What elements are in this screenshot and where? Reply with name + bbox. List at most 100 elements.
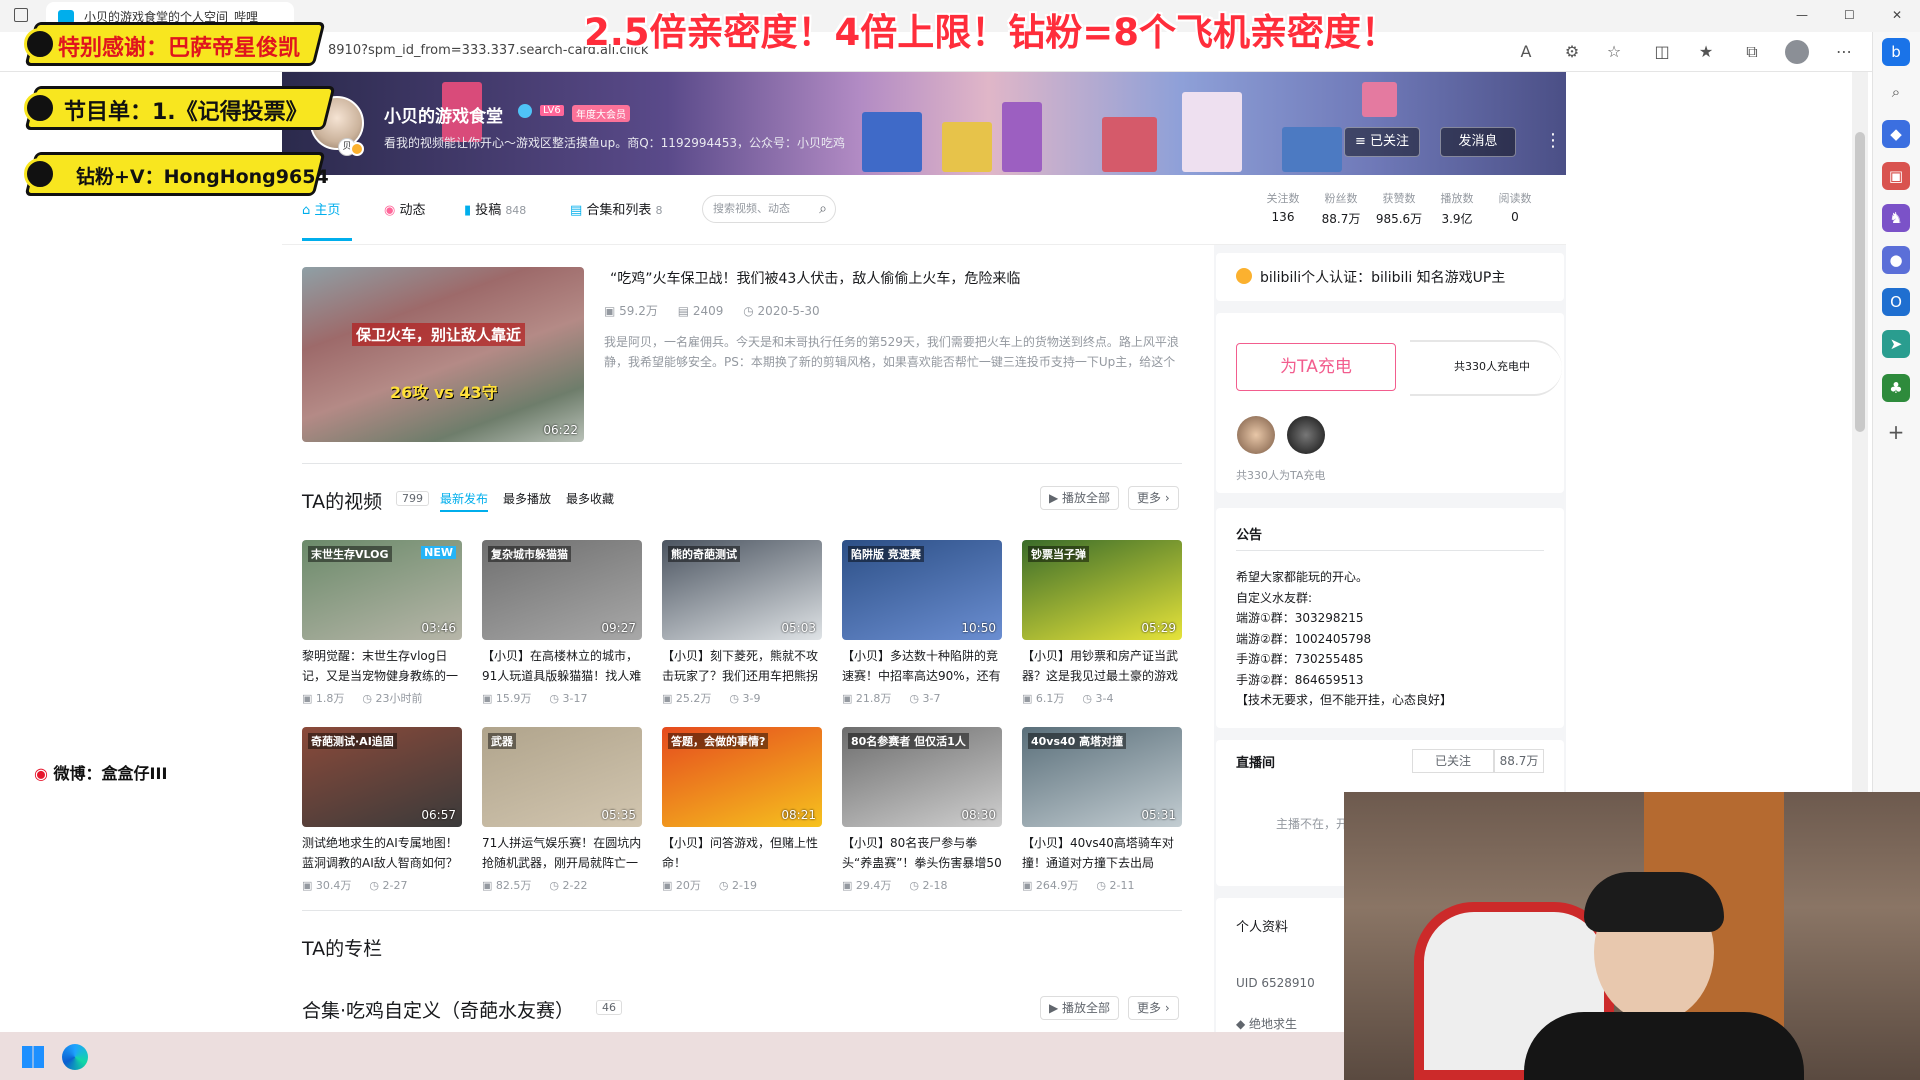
video-thumbnail[interactable]: 复杂城市躲猫猫 09:27 xyxy=(482,540,642,640)
tab-most-played[interactable]: 最多播放 xyxy=(503,490,551,507)
copilot-icon[interactable]: b xyxy=(1882,38,1910,66)
favorites-icon[interactable]: ★ xyxy=(1694,40,1718,64)
video-time: 2-19 xyxy=(732,879,757,892)
play-count-icon: ▣ xyxy=(662,879,676,892)
minimize-button[interactable]: — xyxy=(1796,8,1808,22)
tree-icon[interactable]: ♣ xyxy=(1882,374,1910,402)
featured-duration: 06:22 xyxy=(543,423,578,437)
column-section-title: TA的专栏 xyxy=(302,938,383,960)
video-thumbnail[interactable]: 80名参赛者 但仅活1人 08:30 xyxy=(842,727,1002,827)
video-card[interactable]: 复杂城市躲猫猫 09:27 【小贝】在高楼林立的城市，91人玩道具版躲猫猫！找人难 ▣… xyxy=(482,540,642,706)
webcam-body xyxy=(1524,1012,1804,1080)
tools-icon[interactable]: ▣ xyxy=(1882,162,1910,190)
games-icon[interactable]: ♞ xyxy=(1882,204,1910,232)
nav-dynamic-tab[interactable]: ◉ 动态 xyxy=(384,199,426,218)
video-thumbnail[interactable]: 奇葩测试·AI追固 06:57 xyxy=(302,727,462,827)
tab-latest[interactable]: 最新发布 xyxy=(440,490,488,507)
shopping-icon[interactable]: ◆ xyxy=(1882,120,1910,148)
video-title[interactable]: 【小贝】问答游戏，但赌上性命！ xyxy=(662,833,822,873)
video-card[interactable]: 熊的奇葩测试 05:03 【小贝】刻下菱死，熊就不攻击玩家了？我们还用车把熊拐 ▣ 2… xyxy=(662,540,822,706)
featured-date: 2020-5-30 xyxy=(757,304,820,318)
more-videos-button[interactable]: 更多 › xyxy=(1128,486,1179,510)
office-icon[interactable]: ● xyxy=(1882,246,1910,274)
video-thumbnail[interactable]: 钞票当子弹 05:29 xyxy=(1022,540,1182,640)
video-thumb-caption: 复杂城市躲猫猫 xyxy=(488,546,571,562)
charger-avatar-1[interactable] xyxy=(1237,416,1275,454)
video-title[interactable]: 【小贝】40vs40高塔骑车对撞！通道对方撞下去出局 xyxy=(1022,833,1182,873)
more-options-icon[interactable]: ⋮ xyxy=(1544,130,1562,151)
tag-item[interactable]: ◆ 绝地求生 xyxy=(1236,1015,1297,1032)
stat-plays: 播放数 3.9亿 xyxy=(1430,190,1484,227)
overlay-thanks-text: 特别感谢：巴萨帝星俊凯 xyxy=(58,36,301,61)
play-all-button[interactable]: ▶ 播放全部 xyxy=(1040,486,1120,510)
maximize-button[interactable]: ☐ xyxy=(1844,8,1855,22)
edge-taskbar-icon[interactable] xyxy=(62,1044,88,1070)
video-title[interactable]: 测试绝地求生的AI专属地图！蓝洞调教的AI敌人智商如何？ xyxy=(302,833,462,873)
read-aloud-icon[interactable]: A xyxy=(1514,40,1538,64)
video-card[interactable]: 奇葩测试·AI追固 06:57 测试绝地求生的AI专属地图！蓝洞调教的AI敌人智商如… xyxy=(302,727,462,893)
video-title[interactable]: 【小贝】多达数十种陷阱的竞速赛！中招率高达90%，还有 xyxy=(842,646,1002,686)
video-thumbnail[interactable]: 陷阱版 竞速赛 10:50 xyxy=(842,540,1002,640)
split-screen-icon[interactable]: ◫ xyxy=(1650,40,1674,64)
video-card[interactable]: 答题，会做的事情? 08:21 【小贝】问答游戏，但赌上性命！ ▣ 20万 ◷ 2-19 xyxy=(662,727,822,893)
tag-label: 绝地求生 xyxy=(1249,1017,1298,1031)
close-window-button[interactable]: ✕ xyxy=(1892,8,1902,22)
video-card[interactable]: 末世生存VLOG NEW 03:46 黎明觉醒：末世生存vlog日记，又是当宠物健身教… xyxy=(302,540,462,706)
tab-most-favorited[interactable]: 最多收藏 xyxy=(566,490,614,507)
video-title[interactable]: 黎明觉醒：末世生存vlog日记，又是当宠物健身教练的一 xyxy=(302,646,462,686)
scrollbar-thumb[interactable] xyxy=(1855,132,1865,432)
video-title[interactable]: 【小贝】在高楼林立的城市，91人玩道具版躲猫猫！找人难 xyxy=(482,646,642,686)
video-card[interactable]: 80名参赛者 但仅活1人 08:30 【小贝】80名丧尸参与拳头“养蛊赛”！拳头伤害… xyxy=(842,727,1002,893)
charger-avatar-2[interactable] xyxy=(1287,416,1325,454)
charge-button[interactable]: 为TA充电 xyxy=(1236,343,1396,391)
extension-icon[interactable]: ⚙ xyxy=(1560,40,1584,64)
video-thumbnail[interactable]: 答题，会做的事情? 08:21 xyxy=(662,727,822,827)
video-thumb-caption: 40vs40 高塔对撞 xyxy=(1028,733,1127,749)
video-card[interactable]: 40vs40 高塔对撞 05:31 【小贝】40vs40高塔骑车对撞！通道对方撞下去… xyxy=(1022,727,1182,893)
divider xyxy=(302,910,1182,911)
video-title[interactable]: 【小贝】80名丧尸参与拳头“养蛊赛”！拳头伤害暴增50 xyxy=(842,833,1002,873)
stat-value: 0 xyxy=(1511,210,1519,224)
outlook-icon[interactable]: O xyxy=(1882,288,1910,316)
send-icon[interactable]: ➤ xyxy=(1882,330,1910,358)
profile-avatar-icon[interactable] xyxy=(1785,40,1809,64)
add-sidebar-icon[interactable]: + xyxy=(1882,418,1910,446)
featured-video-thumbnail[interactable]: 保卫火车，别让敌人靠近 26攻 vs 43守 06:22 xyxy=(302,267,584,442)
video-thumbnail[interactable]: 熊的奇葩测试 05:03 xyxy=(662,540,822,640)
clock-icon: ◷ xyxy=(743,304,758,318)
nav-posts-tab[interactable]: ▮ 投稿 848 xyxy=(464,199,526,218)
video-card[interactable]: 钞票当子弹 05:29 【小贝】用钞票和房产证当武器？这是我见过最土豪的游戏 ▣ 6.… xyxy=(1022,540,1182,706)
send-message-button[interactable]: 发消息 xyxy=(1440,127,1516,157)
featured-video-title[interactable]: “吃鸡”火车保卫战！我们被43人伏击，敌人偷偷上火车，危险来临 xyxy=(610,268,1020,288)
windows-start-icon[interactable] xyxy=(22,1046,44,1068)
video-time: 2-27 xyxy=(382,879,408,892)
announcement-line: 自定义水友群: xyxy=(1236,590,1313,605)
followed-button[interactable]: ≡ 已关注 xyxy=(1344,127,1420,157)
stat-fans[interactable]: 粉丝数 88.7万 xyxy=(1314,190,1368,227)
video-duration: 10:50 xyxy=(961,621,996,635)
favorite-star-icon[interactable]: ☆ xyxy=(1602,40,1626,64)
search-icon[interactable]: ⌕ xyxy=(1882,78,1910,106)
play-count-icon: ▣ xyxy=(842,879,856,892)
nav-home-tab[interactable]: ⌂ 主页 xyxy=(302,199,340,218)
video-title[interactable]: 【小贝】刻下菱死，熊就不攻击玩家了？我们还用车把熊拐 xyxy=(662,646,822,686)
space-search-input[interactable]: 搜索视频、动态 ⌕ xyxy=(702,195,836,223)
stat-following[interactable]: 关注数 136 xyxy=(1256,190,1310,224)
collection-play-all-button[interactable]: ▶ 播放全部 xyxy=(1040,996,1120,1020)
video-card[interactable]: 陷阱版 竞速赛 10:50 【小贝】多达数十种陷阱的竞速赛！中招率高达90%，还有 ▣… xyxy=(842,540,1002,706)
video-thumbnail[interactable]: 末世生存VLOG NEW 03:46 xyxy=(302,540,462,640)
search-icon[interactable]: ⌕ xyxy=(819,196,827,222)
nav-collections-tab[interactable]: ▤ 合集和列表 8 xyxy=(570,199,662,218)
collection-section-title[interactable]: 合集·吃鸡自定义（奇葩水友赛） xyxy=(302,996,574,1023)
video-title[interactable]: 71人拼运气娱乐赛！在圆坑内抢随机武器，刚开局就阵亡一 xyxy=(482,833,642,873)
video-thumbnail[interactable]: 武器 05:35 xyxy=(482,727,642,827)
collections-icon[interactable]: ⧉ xyxy=(1740,40,1764,64)
tab-actions-icon[interactable] xyxy=(14,8,28,22)
video-thumbnail[interactable]: 40vs40 高塔对撞 05:31 xyxy=(1022,727,1182,827)
video-card[interactable]: 武器 05:35 71人拼运气娱乐赛！在圆坑内抢随机武器，刚开局就阵亡一 ▣ 82.5… xyxy=(482,727,642,893)
live-followed-button[interactable]: 已关注 xyxy=(1412,749,1494,773)
clock-icon: ◷ xyxy=(362,692,376,705)
video-title[interactable]: 【小贝】用钞票和房产证当武器？这是我见过最土豪的游戏 xyxy=(1022,646,1182,686)
more-menu-icon[interactable]: ⋯ xyxy=(1832,40,1856,64)
collection-more-button[interactable]: 更多 › xyxy=(1128,996,1179,1020)
